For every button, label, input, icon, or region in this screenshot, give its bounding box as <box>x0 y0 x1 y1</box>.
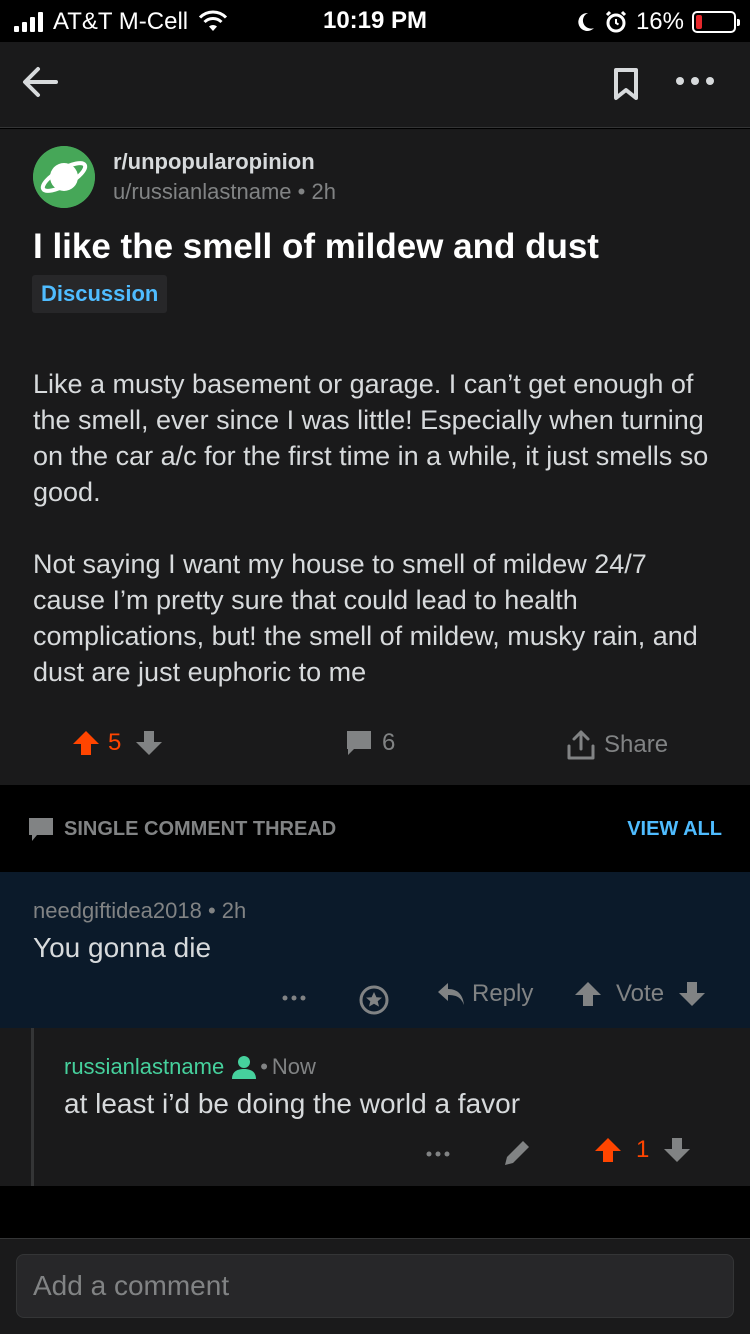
comment-score: 1 <box>636 1136 650 1163</box>
comment-highlighted: needgiftidea2018 • 2h You gonna die Repl… <box>0 872 750 1028</box>
comment-icon <box>29 818 53 841</box>
view-all-link[interactable]: VIEW ALL <box>627 818 722 841</box>
post-card: r/unpopularopinion u/russianlastname • 2… <box>0 129 750 785</box>
comment-icon <box>347 731 371 755</box>
reply-icon <box>438 983 464 1005</box>
post-body: Like a musty basement or garage. I can’t… <box>33 366 723 726</box>
more-icon[interactable] <box>424 1144 452 1164</box>
comment-vote-group: 1 <box>594 1136 691 1164</box>
downvote-icon[interactable] <box>663 1136 691 1164</box>
post-score: 5 <box>108 729 122 756</box>
comment-age: Now <box>271 1054 316 1079</box>
subreddit-avatar[interactable] <box>33 146 95 208</box>
comment-actions: 1 <box>0 1136 750 1176</box>
upvote-icon[interactable] <box>594 1136 622 1164</box>
battery-fill <box>696 15 702 29</box>
comment-count: 6 <box>382 729 396 756</box>
comment-age: 2h <box>221 898 247 923</box>
bookmark-icon[interactable] <box>606 62 646 106</box>
more-icon[interactable] <box>670 66 720 96</box>
comment-vote-group: Vote <box>574 980 706 1008</box>
downvote-icon[interactable] <box>135 729 163 757</box>
battery-icon <box>692 11 740 33</box>
edit-pencil-icon[interactable] <box>502 1138 532 1168</box>
reply-button[interactable]: Reply <box>436 980 533 1008</box>
comments-button[interactable]: 6 <box>344 729 395 757</box>
comment-meta: needgiftidea2018 • 2h <box>33 898 246 924</box>
downvote-icon[interactable] <box>678 980 706 1008</box>
thread-label: SINGLE COMMENT THREAD <box>64 818 337 840</box>
thread-header: SINGLE COMMENT THREAD VIEW ALL <box>0 786 750 872</box>
moon-icon <box>578 12 594 31</box>
share-button[interactable]: Share <box>566 729 668 761</box>
byline-separator: • <box>297 179 312 204</box>
subreddit-name[interactable]: r/unpopularopinion <box>113 149 315 175</box>
battery-percent: 16% <box>635 8 684 35</box>
comment-text: You gonna die <box>33 932 212 963</box>
comment-author[interactable]: needgiftidea2018 <box>33 898 202 923</box>
share-icon <box>567 730 595 760</box>
share-label: Share <box>604 731 669 758</box>
reply-label: Reply <box>472 980 534 1007</box>
meta-separator: • <box>260 1054 268 1079</box>
comment-text: at least i’d be doing the world a favor <box>64 1088 521 1119</box>
upvote-icon[interactable] <box>574 980 602 1008</box>
post-paragraph: Like a musty basement or garage. I can’t… <box>33 369 709 507</box>
vote-label: Vote <box>616 980 665 1007</box>
meta-separator: • <box>207 898 222 923</box>
more-icon[interactable] <box>280 988 308 1008</box>
alarm-icon <box>605 10 627 33</box>
post-vote-group: 5 <box>72 729 163 757</box>
post-actions: 5 6 Share <box>0 729 750 763</box>
comment-meta: russianlastname • Now <box>64 1054 316 1080</box>
top-nav <box>0 42 750 128</box>
add-comment-input[interactable] <box>16 1254 734 1318</box>
post-flair[interactable]: Discussion <box>32 275 168 313</box>
back-arrow-icon[interactable] <box>18 60 62 104</box>
post-title: I like the smell of mildew and dust <box>33 227 599 266</box>
post-byline: u/russianlastname • 2h <box>113 179 336 205</box>
comment-composer <box>0 1238 750 1334</box>
comment-author[interactable]: russianlastname <box>64 1054 224 1080</box>
status-bar: AT&T M-Cell 10:19 PM 16% <box>0 0 750 42</box>
op-user-icon <box>232 1056 257 1079</box>
post-age: 2h <box>311 179 336 204</box>
comment-reply: russianlastname • Now at least i’d be do… <box>0 1028 750 1186</box>
post-paragraph: Not saying I want my house to smell of m… <box>33 549 698 687</box>
award-icon[interactable] <box>358 984 390 1016</box>
upvote-icon[interactable] <box>72 729 100 757</box>
post-author[interactable]: u/russianlastname <box>113 179 292 204</box>
comment-actions: Reply Vote <box>0 980 750 1020</box>
status-right: 16% <box>576 8 740 36</box>
